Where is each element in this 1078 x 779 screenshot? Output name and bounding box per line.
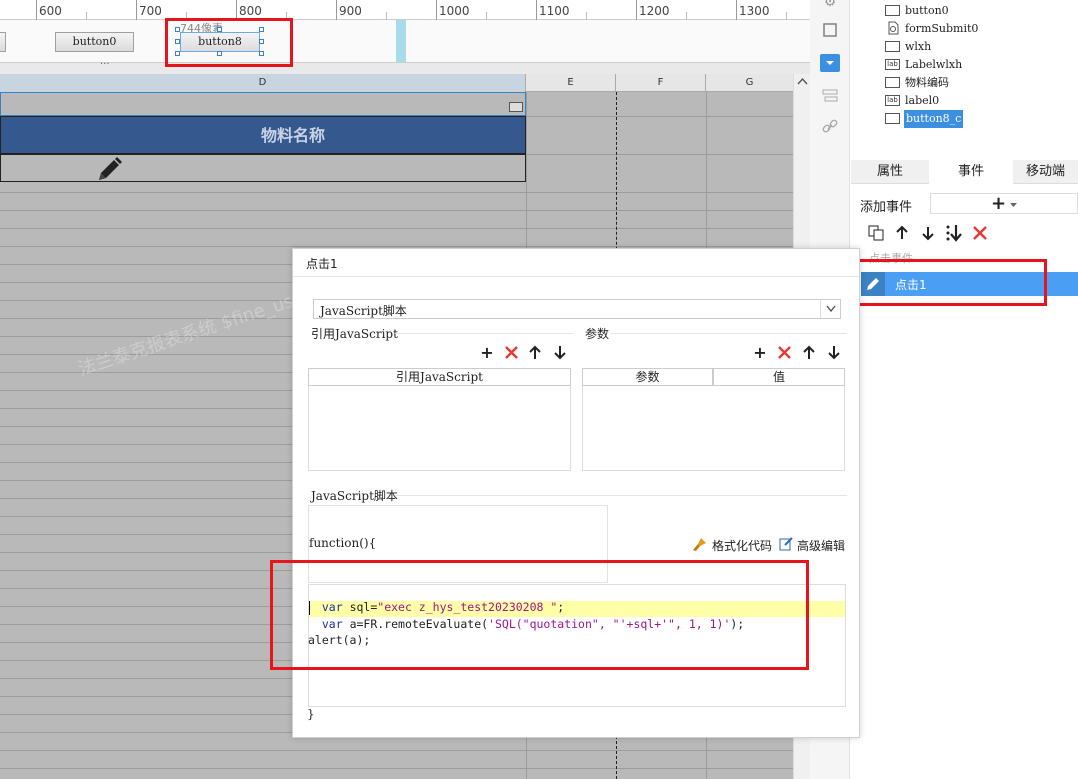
chevron-up-icon[interactable] (797, 77, 808, 85)
close-icon[interactable] (504, 345, 519, 360)
arrow-up-icon[interactable] (803, 345, 815, 360)
component-icon[interactable]: ⚙ (820, 0, 840, 12)
tree-item-label0[interactable]: label0 (905, 92, 939, 110)
param-column-header[interactable]: 参数 (582, 368, 713, 386)
chevron-down-icon (826, 305, 836, 313)
arrow-down-icon[interactable] (921, 225, 935, 241)
script-type-select[interactable]: JavaScript脚本 (313, 299, 841, 319)
highlight-box (270, 560, 809, 670)
right-panel: button0 formSubmit0 wlxh lab Labelwlxh 物… (851, 0, 1078, 779)
tab-properties[interactable]: 属性 (851, 160, 929, 184)
label-widget-icon: lab (885, 59, 900, 70)
pencil-icon[interactable] (93, 154, 125, 186)
selected-cell[interactable] (0, 92, 526, 116)
close-icon[interactable] (777, 345, 792, 360)
highlight-box (847, 259, 1047, 306)
tree-item-button0[interactable]: button0 (905, 2, 949, 20)
arrow-up-icon[interactable] (529, 345, 541, 360)
edit-row[interactable] (0, 154, 526, 182)
title-cell[interactable]: 物料名称 (0, 116, 526, 154)
arrow-down-icon[interactable] (828, 345, 840, 360)
arrow-down-icon[interactable] (554, 345, 566, 360)
section-divider (395, 333, 573, 334)
ref-js-section-title: 引用JavaScript (311, 327, 398, 341)
ruler-label: 800 (239, 4, 262, 18)
section-divider (395, 495, 847, 496)
copy-icon[interactable] (868, 225, 884, 241)
tree-item-wlxh[interactable]: wlxh (905, 38, 931, 56)
select-arrow-box (820, 300, 840, 318)
ruler-label: 1200 (639, 4, 670, 18)
move-bottom-icon[interactable] (945, 224, 963, 242)
button-widget-icon (885, 113, 900, 124)
add-event-dropdown[interactable]: + (930, 193, 1078, 214)
brush-icon (693, 538, 706, 551)
canvas-edge-marker (396, 20, 406, 62)
ruler-label: 600 (39, 4, 62, 18)
tab-mobile[interactable]: 移动端 (1013, 160, 1078, 184)
drag-dots: ··· (100, 59, 110, 70)
plus-icon: + (991, 193, 1007, 214)
edit-box-icon (779, 537, 793, 551)
column-f-header[interactable]: F (616, 74, 706, 92)
link-icon[interactable] (821, 118, 839, 136)
tree-item-material-code[interactable]: 物料编码 (905, 74, 949, 92)
function-signature: function(){ (309, 536, 377, 550)
submit-form-icon (888, 21, 899, 35)
dropdown-tool[interactable] (820, 54, 840, 72)
cell-corner-marker (509, 102, 523, 112)
highlight-box (165, 18, 293, 67)
layers-icon[interactable] (821, 88, 839, 104)
ruler-label: 700 (139, 4, 162, 18)
script-section-title: JavaScript脚本 (311, 489, 398, 503)
params-section-title: 参数 (585, 327, 610, 341)
frame-icon[interactable] (822, 22, 838, 38)
ruler-label: 900 (339, 4, 362, 18)
advanced-edit-button[interactable]: 高级编辑 (797, 537, 845, 554)
column-e-header[interactable]: E (526, 74, 616, 92)
tree-item-labelwlxh[interactable]: Labelwlxh (905, 56, 962, 74)
arrow-up-icon[interactable] (895, 225, 909, 241)
partial-widget-button[interactable] (0, 32, 6, 52)
splitter-bar[interactable]: ··· (0, 59, 810, 74)
chevron-down-icon (826, 61, 834, 65)
dialog-title-divider (293, 276, 859, 277)
plus-icon[interactable]: + (752, 345, 768, 361)
ruler-label: 1300 (739, 4, 770, 18)
column-header: D E F G (0, 74, 810, 92)
tree-item-button8-c[interactable]: button8_c (904, 110, 964, 128)
closing-brace: } (307, 707, 315, 721)
add-event-label: 添加事件 (860, 200, 913, 215)
button-widget-icon (885, 5, 900, 16)
ref-js-column-header[interactable]: 引用JavaScript (308, 368, 571, 386)
tab-events[interactable]: 事件 (929, 160, 1013, 184)
textbox-widget-icon (885, 77, 900, 88)
ref-js-table-body[interactable] (308, 386, 571, 471)
plus-icon[interactable]: + (479, 345, 495, 361)
label-widget-icon: lab (885, 95, 900, 106)
column-d-header[interactable]: D (0, 74, 526, 92)
horizontal-ruler: 600 700 800 900 1000 1100 1200 1300 (0, 0, 810, 20)
tree-item-formsubmit0[interactable]: formSubmit0 (905, 20, 978, 38)
ruler-label: 1100 (539, 4, 570, 18)
format-code-button[interactable]: 格式化代码 (712, 537, 772, 554)
params-table-body[interactable] (582, 386, 845, 471)
textbox-widget-icon (885, 41, 900, 52)
button0-widget[interactable]: button0 (55, 32, 134, 52)
dialog-title: 点击1 (306, 257, 338, 271)
ruler-label: 1000 (439, 4, 470, 18)
script-type-value: JavaScript脚本 (320, 304, 407, 318)
column-g-header[interactable]: G (706, 74, 794, 92)
close-icon[interactable] (972, 225, 988, 241)
value-column-header[interactable]: 值 (713, 368, 845, 386)
section-divider (611, 333, 847, 334)
chevron-down-icon (1009, 203, 1017, 207)
